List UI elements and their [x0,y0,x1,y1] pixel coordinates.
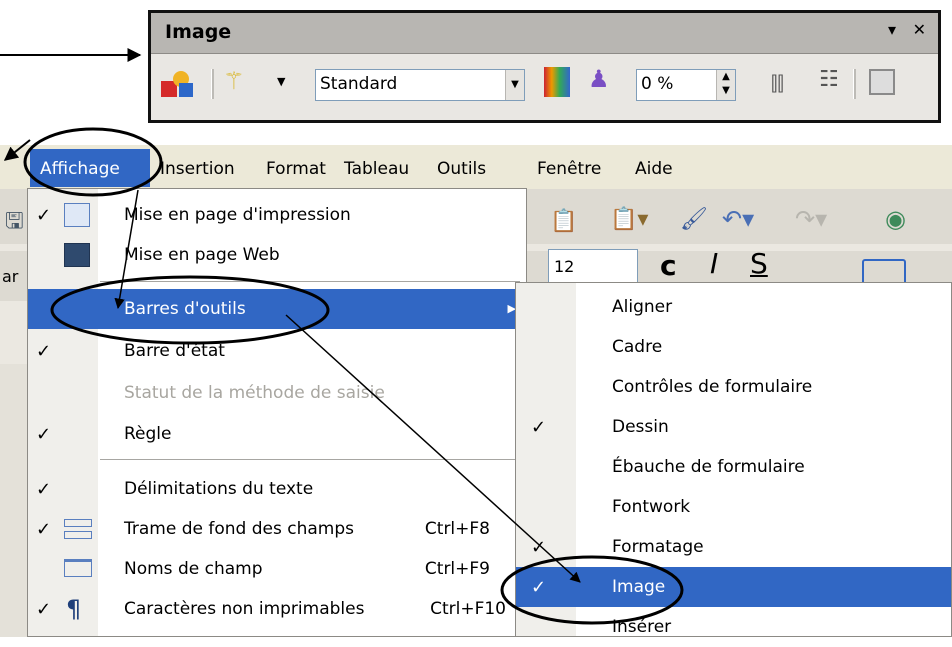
view-menu: ✓ Mise en page d'impression Mise en page… [27,188,527,637]
undo-icon[interactable]: ↶▾ [722,205,754,233]
color-icon[interactable] [544,67,570,97]
paragraph-style-partial-text: ar [2,267,19,286]
toolbar-separator [211,69,214,99]
menu-item-toolbars[interactable]: Barres d'outils ▶ [28,289,526,329]
submenu-item-inserer[interactable]: Insérer [516,607,951,647]
italic-icon[interactable]: I [710,247,718,280]
flip-vertical-icon[interactable]: ⫿⫿ [771,71,784,95]
transparency-icon[interactable]: ♟ [588,65,610,93]
menu-tableau[interactable]: Tableau [344,159,409,179]
menu-bar: Affichage Insertion Format Tableau Outil… [0,145,952,189]
submenu-item-form-controls[interactable]: Contrôles de formulaire [516,367,951,407]
submenu-item-formatage[interactable]: ✓ Formatage [516,527,951,567]
paste-icon[interactable]: 📋 [550,209,577,234]
toolbar-row: ⚚ ▼ Standard ▼ ♟ 0 % ▲ ▼ ⫿⫿ ☷ [151,53,938,120]
chevron-down-icon[interactable]: ▼ [505,70,524,100]
toolbars-submenu: Aligner Cadre Contrôles de formulaire ✓ … [515,282,952,637]
submenu-item-cadre[interactable]: Cadre [516,327,951,367]
checkmark-icon: ✓ [36,519,52,540]
navigator-icon[interactable]: ◉ [885,205,906,233]
menu-item-formatting-marks[interactable]: ✓ ¶ Caractères non imprimables Ctrl+F10 [28,589,526,629]
toolbar-close-button[interactable]: ✕ [913,20,926,39]
underline-icon[interactable]: S [750,247,768,280]
format-paintbrush-icon[interactable]: 🖌 [680,207,708,232]
paste-dropdown-icon[interactable]: 📋▾ [610,207,648,232]
menu-item-field-names[interactable]: Noms de champ Ctrl+F9 [28,549,526,589]
menu-item-print-layout[interactable]: ✓ Mise en page d'impression [28,195,526,235]
menu-item-input-method-status: Statut de la méthode de saisie [124,383,385,403]
field-shadings-icon [64,515,92,543]
menu-aide[interactable]: Aide [635,159,673,179]
font-size-field[interactable]: 12 [548,249,638,285]
spin-buttons-icon[interactable]: ▲ ▼ [716,70,735,100]
menu-affichage[interactable]: Affichage [30,149,150,187]
transparency-field[interactable]: 0 % ▲ ▼ [636,69,736,101]
checkmark-icon: ✓ [36,479,52,500]
submenu-item-dessin[interactable]: ✓ Dessin [516,407,951,447]
menu-separator [100,281,520,282]
save-icon[interactable]: 🖫 [5,204,24,242]
checkmark-icon: ✓ [531,417,547,438]
menu-item-text-boundaries[interactable]: ✓ Délimitations du texte [28,469,526,509]
checkmark-icon: ✓ [36,424,52,445]
menu-separator [100,459,520,460]
frame-properties-icon[interactable] [869,69,895,95]
checkmark-icon: ✓ [531,537,547,558]
toolbar-separator [853,69,856,99]
bold-icon[interactable]: c [660,249,677,282]
vertical-ruler [0,364,30,637]
menu-item-field-shadings[interactable]: ✓ Trame de fond des champs Ctrl+F8 [28,509,526,549]
menu-format[interactable]: Format [266,159,326,179]
magic-wand-icon[interactable]: ⚚ [223,67,245,95]
image-toolbar: Image ▾ ✕ ⚚ ▼ Standard ▼ ♟ 0 % ▲ ▼ ⫿⫿ ☷ [148,10,941,123]
toolbar-menu-button[interactable]: ▾ [888,20,896,39]
redo-icon[interactable]: ↷▾ [795,205,827,233]
submenu-item-image[interactable]: ✓ Image [516,567,951,607]
image-filter-icon[interactable] [161,71,195,99]
menu-fenetre[interactable]: Fenêtre [537,159,601,179]
chevron-down-icon[interactable]: ▼ [277,75,285,88]
menu-item-ruler[interactable]: ✓ Règle [28,414,526,454]
print-layout-icon [64,203,90,227]
toolbar-titlebar[interactable]: Image ▾ ✕ [151,13,938,54]
menu-item-status-bar[interactable]: ✓ Barre d'état [28,331,526,371]
pilcrow-icon: ¶ [66,595,82,623]
toolbar-title: Image [165,21,232,43]
graphics-mode-select[interactable]: Standard ▼ [315,69,525,101]
field-names-icon [64,559,92,577]
flip-horizontal-icon[interactable]: ☷ [819,67,839,92]
checkmark-icon: ✓ [36,341,52,362]
checkmark-icon: ✓ [531,577,547,598]
menu-outils[interactable]: Outils [437,159,486,179]
web-layout-icon [64,243,90,267]
submenu-item-aligner[interactable]: Aligner [516,287,951,327]
checkmark-icon: ✓ [36,205,52,226]
menu-item-web-layout[interactable]: Mise en page Web [28,235,526,275]
submenu-item-fontwork[interactable]: Fontwork [516,487,951,527]
menu-insertion[interactable]: Insertion [160,159,235,179]
submenu-item-form-design[interactable]: Ébauche de formulaire [516,447,951,487]
checkmark-icon: ✓ [36,599,52,620]
